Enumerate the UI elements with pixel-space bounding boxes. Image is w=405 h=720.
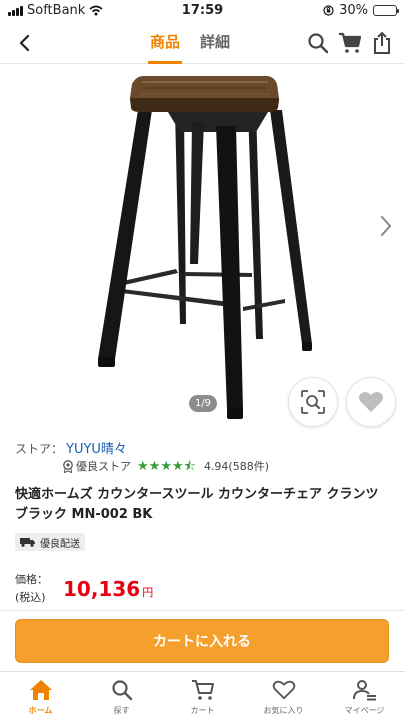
tabbar-label: ホーム bbox=[28, 706, 53, 715]
store-name-link[interactable]: YUYU晴々 bbox=[66, 442, 127, 457]
mypage-icon bbox=[352, 677, 378, 703]
battery-icon bbox=[373, 5, 399, 16]
tab-product[interactable]: 商品 bbox=[147, 22, 183, 64]
star-half-icon: ⯪ bbox=[183, 458, 196, 474]
price-label: 価格： (税込) bbox=[15, 571, 48, 607]
tabbar-item-search[interactable]: 探す bbox=[81, 672, 162, 720]
store-rating-row[interactable]: 優良ストア ★ ★ ★ ★ ⯪ 4.94(588件) bbox=[62, 458, 269, 474]
star-icon: ★ bbox=[171, 458, 184, 474]
tabbar-label: 探す bbox=[113, 706, 130, 715]
rating-value: 4.94(588件) bbox=[203, 460, 270, 473]
price-label-text: 価格： bbox=[15, 573, 48, 586]
product-gallery[interactable]: 1/9 bbox=[0, 64, 405, 428]
tabbar-label: マイページ bbox=[344, 706, 385, 715]
star-icon: ★ bbox=[160, 458, 172, 474]
star-icon: ★ bbox=[137, 458, 149, 474]
tabbar-item-home[interactable]: ホーム bbox=[0, 672, 81, 720]
excellent-store-badge-icon bbox=[63, 459, 73, 473]
tab-details[interactable]: 詳細 bbox=[200, 22, 230, 64]
tabbar-item-favorites[interactable]: お気に入り bbox=[243, 672, 324, 720]
share-icon[interactable] bbox=[369, 29, 395, 57]
image-search-button[interactable] bbox=[288, 377, 338, 427]
tabbar-label: カート bbox=[190, 706, 215, 715]
product-title: 快適ホームズ カウンタースツール カウンターチェア クランツ ブラック MN-0… bbox=[15, 487, 379, 522]
home-icon bbox=[28, 677, 54, 703]
lens-search-icon bbox=[301, 390, 325, 414]
bottom-tab-bar: ホーム 探す カート お気に入り マイページ bbox=[0, 671, 405, 720]
status-bar: SoftBank 17:59 30% bbox=[0, 0, 405, 22]
tabbar-label: お気に入り bbox=[263, 706, 304, 715]
add-to-cart-button[interactable]: カートに入れる bbox=[15, 619, 389, 663]
store-info: ストア： YUYU晴々 bbox=[15, 438, 127, 457]
search-icon[interactable] bbox=[305, 29, 331, 57]
cart-icon[interactable] bbox=[337, 29, 363, 57]
price-unit: 円 bbox=[142, 586, 154, 599]
header-tabs: 商品 詳細 bbox=[147, 22, 230, 64]
excellent-store-label: 優良ストア bbox=[76, 460, 131, 473]
search-icon bbox=[109, 677, 135, 703]
favorite-button[interactable] bbox=[346, 377, 396, 427]
price-amount: 10,136 bbox=[63, 577, 141, 601]
rating-stars: ★ ★ ★ ★ ⯪ bbox=[137, 460, 196, 473]
product-image bbox=[98, 76, 312, 419]
delivery-badge: 優良配送 bbox=[15, 533, 85, 551]
back-icon[interactable] bbox=[12, 30, 38, 56]
next-image-icon[interactable] bbox=[379, 214, 393, 242]
price-value: 10,136 円 bbox=[63, 577, 153, 601]
price-tax-note: (税込) bbox=[15, 591, 46, 604]
truck-icon bbox=[20, 538, 35, 547]
heart-icon bbox=[271, 677, 297, 703]
status-right: 30% bbox=[323, 3, 399, 18]
tabbar-item-cart[interactable]: カート bbox=[162, 672, 243, 720]
header-tools bbox=[305, 29, 395, 57]
store-label: ストア： bbox=[15, 442, 64, 456]
tabbar-item-mypage[interactable]: マイページ bbox=[324, 672, 405, 720]
heart-icon bbox=[359, 392, 383, 412]
battery-percent: 30% bbox=[339, 3, 368, 18]
cart-icon bbox=[190, 677, 216, 703]
delivery-label: 優良配送 bbox=[40, 538, 80, 550]
star-icon: ★ bbox=[148, 458, 161, 474]
orientation-lock-icon bbox=[323, 5, 334, 16]
divider bbox=[0, 610, 405, 611]
nav-header: 商品 詳細 bbox=[0, 22, 405, 64]
image-counter: 1/9 bbox=[189, 395, 217, 412]
